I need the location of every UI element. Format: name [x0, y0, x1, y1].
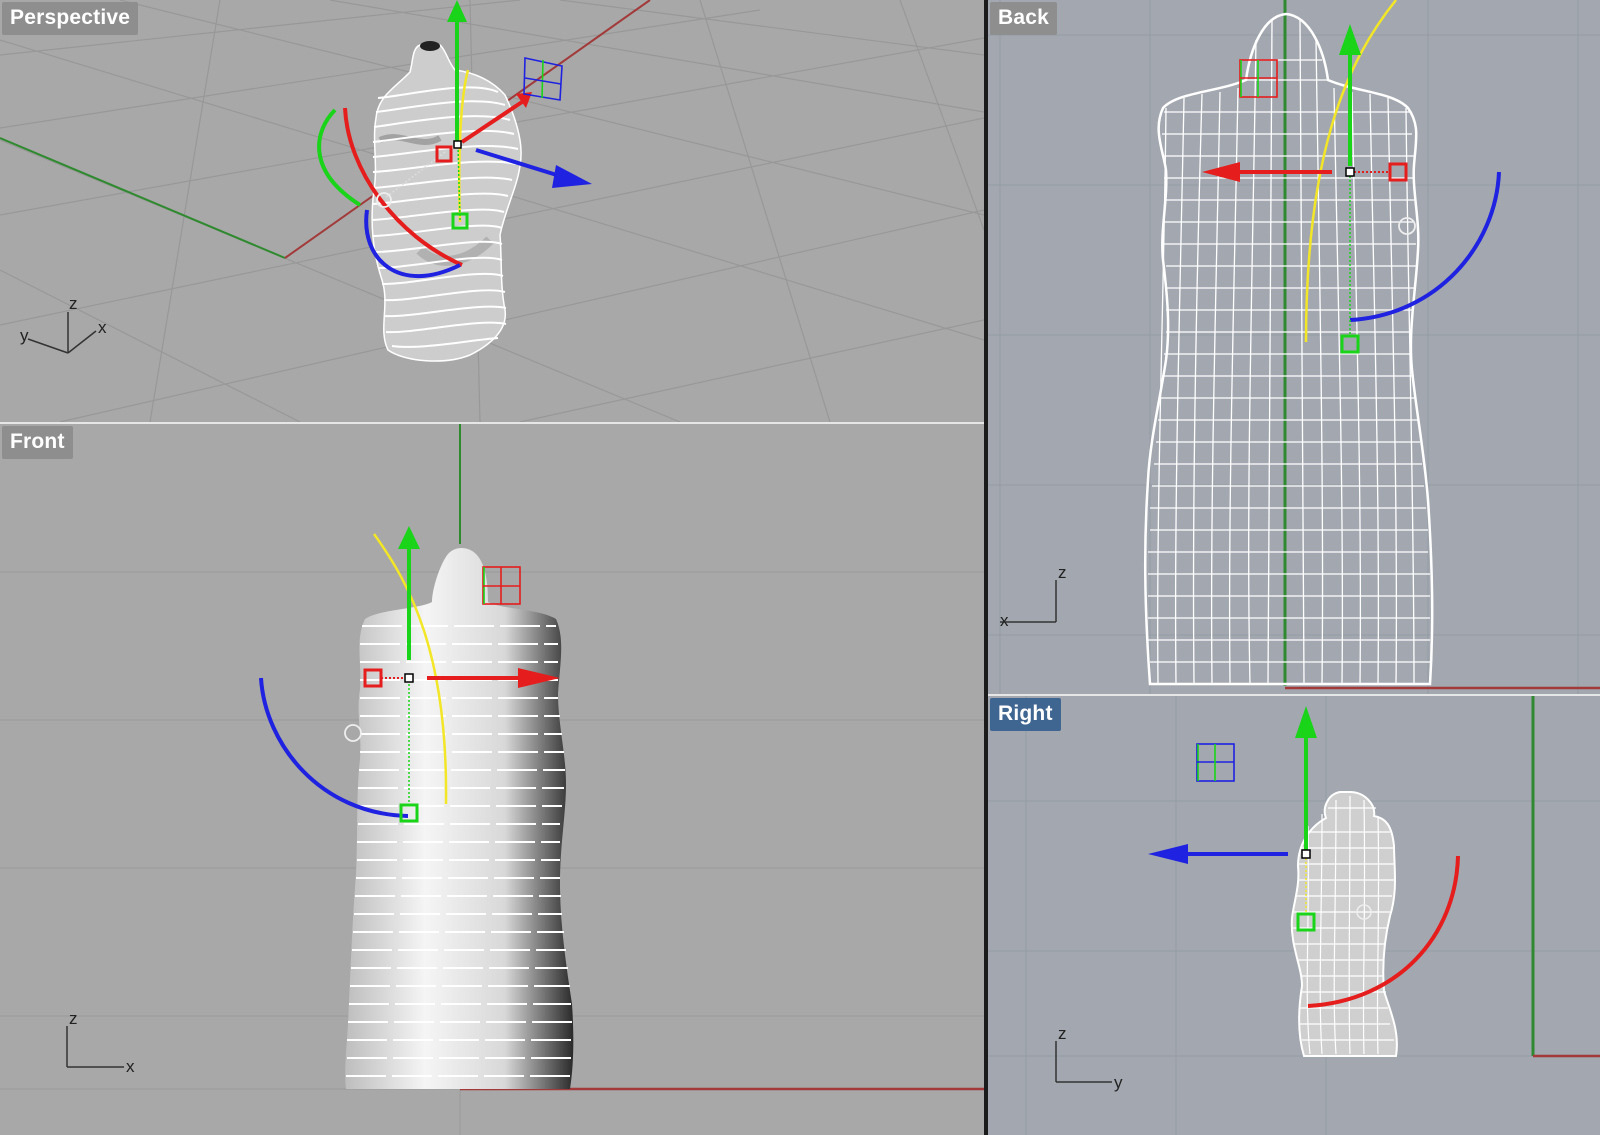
- axis-label: z: [1058, 563, 1067, 582]
- axis-label: x: [1000, 611, 1009, 630]
- viewport-splitter-left[interactable]: [0, 422, 984, 424]
- viewport-title-perspective[interactable]: Perspective: [2, 2, 139, 35]
- axis-label: y: [20, 326, 29, 345]
- gumball-center[interactable]: [453, 140, 462, 149]
- gumball-center[interactable]: [1345, 167, 1355, 177]
- axis-label: x: [98, 318, 107, 337]
- axis-triad-right: [1055, 1041, 1112, 1083]
- gumball-z-arrowhead[interactable]: [398, 526, 420, 549]
- gumball-rotate-green[interactable]: [317, 108, 362, 207]
- gumball-center[interactable]: [1301, 849, 1311, 859]
- viewport-title-back[interactable]: Back: [990, 2, 1058, 35]
- perspective-canvas[interactable]: z y x: [0, 0, 984, 422]
- viewport-title-front[interactable]: Front: [2, 426, 73, 459]
- viewport-perspective[interactable]: z y x Perspective: [0, 0, 984, 422]
- axis-label: y: [1114, 1073, 1123, 1092]
- viewport-right[interactable]: z y Right: [988, 696, 1600, 1135]
- gumball-z-arrowhead[interactable]: [1295, 706, 1317, 738]
- right-canvas[interactable]: z y: [988, 696, 1600, 1135]
- viewport-back[interactable]: z x Back: [988, 0, 1600, 694]
- gumball-x-arrowhead[interactable]: [1202, 162, 1240, 182]
- axis-label: z: [69, 294, 78, 313]
- gumball-extrude-handle[interactable]: [344, 724, 362, 742]
- world-y-axis: [0, 137, 286, 259]
- axis-label: z: [69, 1009, 78, 1028]
- front-canvas[interactable]: z x: [0, 424, 984, 1135]
- scale-box-icon[interactable]: [482, 566, 521, 605]
- torso-model[interactable]: [371, 41, 522, 362]
- torso-model[interactable]: [1143, 12, 1434, 686]
- gumball-z-arrowhead[interactable]: [447, 0, 467, 22]
- viewport-front[interactable]: z x Front: [0, 424, 984, 1135]
- axis-label: z: [1058, 1024, 1067, 1043]
- gumball-z-arrowhead[interactable]: [1339, 24, 1361, 55]
- back-canvas[interactable]: z x: [988, 0, 1600, 694]
- axis-triad-perspective: [27, 312, 97, 354]
- gumball-widget[interactable]: [1202, 0, 1501, 354]
- gumball-y-arrowhead[interactable]: [1148, 844, 1188, 864]
- axis-label: x: [126, 1057, 135, 1076]
- axis-triad-front: [66, 1026, 124, 1068]
- scale-box-icon[interactable]: [1196, 743, 1235, 782]
- viewport-title-right[interactable]: Right: [990, 698, 1061, 731]
- gumball-z-scale-handle[interactable]: [1340, 334, 1360, 354]
- viewport-splitter-right[interactable]: [988, 694, 1600, 696]
- gumball-y-arrowhead[interactable]: [552, 165, 592, 188]
- gumball-center[interactable]: [404, 673, 414, 683]
- torso-model[interactable]: [345, 548, 574, 1089]
- viewport-splitter-vertical[interactable]: [984, 0, 988, 1135]
- back-grid: [988, 0, 1600, 694]
